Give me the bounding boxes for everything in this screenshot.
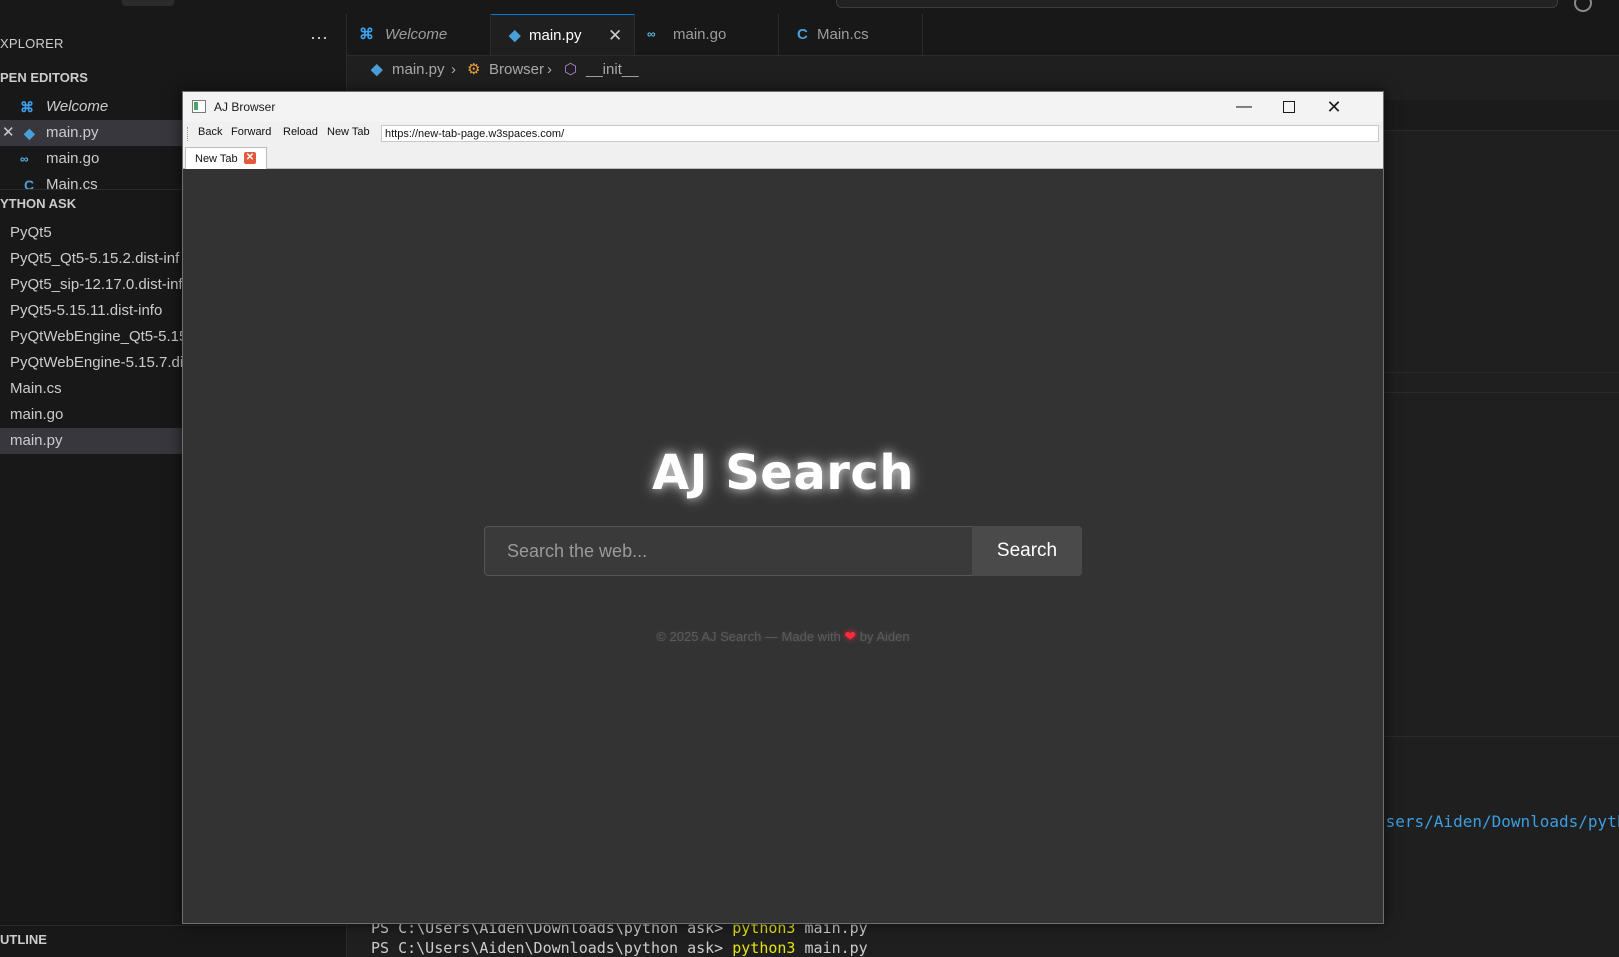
folder-header[interactable]: YTHON ASK (0, 196, 76, 211)
site-logo: AJ Search (651, 445, 915, 501)
heart-icon: ❤ (844, 628, 857, 644)
tab-label: main.go (673, 26, 727, 43)
navigation-toolbar: Back Forward Reload New Tab https://new-… (183, 122, 1383, 147)
outline-divider (0, 925, 346, 926)
footer-author: by Aiden (856, 629, 910, 644)
open-editor-label: Welcome (46, 98, 109, 115)
tab-label: Welcome (385, 26, 448, 43)
tab-main-py[interactable]: ◆ main.py ✕ (491, 14, 635, 55)
chevron-right-icon: › (547, 61, 552, 78)
explorer-title: XPLORER (0, 36, 64, 51)
terminal-line: PS C:\Users\Aiden\Downloads\python ask> … (371, 939, 868, 957)
terminal-prompt: PS C:\Users\Aiden\Downloads\python ask> (371, 939, 733, 957)
close-window-button[interactable]: ✕ (1311, 92, 1357, 122)
back-button[interactable]: Back (198, 126, 222, 138)
csharp-icon: C (797, 26, 808, 43)
command-center[interactable] (836, 0, 1558, 8)
file-label: PyQt5_Qt5-5.15.2.dist-inf (10, 250, 180, 267)
open-editor-label: main.go (46, 150, 100, 167)
tab-label: Main.cs (817, 26, 869, 43)
go-icon: ∞ (20, 152, 29, 166)
search-box (484, 526, 972, 576)
csharp-icon: C (24, 177, 35, 193)
browser-tab[interactable]: New Tab ✕ (185, 147, 267, 169)
window-title-bar[interactable]: AJ Browser — ✕ (183, 92, 1383, 122)
editor-tab-bar: ⌘ Welcome ◆ main.py ✕ ∞ main.go C Main.c… (347, 14, 1619, 56)
tab-welcome[interactable]: ⌘ Welcome (347, 14, 491, 55)
open-editor-label: Main.cs (46, 176, 98, 193)
minimize-button[interactable]: — (1221, 92, 1267, 122)
file-label: PyQt5-5.15.11.dist-info (10, 302, 163, 319)
python-icon: ◆ (371, 61, 383, 78)
panel-divider (1370, 392, 1619, 393)
search-button[interactable]: Search (972, 526, 1082, 576)
method-icon: ⬡ (564, 61, 578, 78)
file-label: PyQt5_sip-12.17.0.dist-inf (10, 276, 183, 293)
browser-tab-strip: New Tab ✕ (183, 146, 1383, 169)
vscode-title-bar (0, 0, 1619, 14)
file-label: PyQtWebEngine_Qt5-5.15 (10, 328, 188, 345)
browser-tab-label: New Tab (195, 153, 238, 165)
file-label: Main.cs (10, 380, 62, 397)
terminal-argument: main.py (795, 939, 868, 957)
ellipsis-icon[interactable]: ⋯ (310, 28, 328, 49)
breadcrumb-class[interactable]: Browser (489, 58, 544, 82)
file-label: PyQt5 (10, 224, 52, 241)
close-icon[interactable]: ✕ (2, 120, 15, 146)
title-bar-control[interactable] (122, 0, 174, 6)
open-editors-header[interactable]: PEN EDITORS (0, 70, 88, 85)
maximize-icon (1283, 100, 1295, 113)
close-icon[interactable]: ✕ (608, 15, 622, 56)
search-input[interactable] (485, 527, 972, 575)
breadcrumb-file[interactable]: main.py (392, 58, 445, 82)
tab-main-go[interactable]: ∞ main.go (635, 14, 779, 55)
toolbar-grip[interactable] (187, 127, 190, 141)
app-icon (192, 100, 206, 113)
browser-window: AJ Browser — ✕ Back Forward Reload New T… (182, 91, 1384, 924)
python-icon: ◆ (24, 125, 35, 141)
page-footer: © 2025 AJ Search — Made with ❤ by Aiden (183, 628, 1383, 645)
vscode-icon: ⌘ (359, 26, 374, 43)
close-tab-icon[interactable]: ✕ (244, 152, 256, 164)
window-title: AJ Browser (214, 100, 276, 114)
terminal-command: python3 (732, 939, 796, 957)
vscode-icon: ⌘ (20, 99, 34, 115)
breadcrumb-method[interactable]: __init__ (586, 58, 639, 82)
panel-divider (1370, 736, 1619, 737)
footer-text: © 2025 AJ Search — Made with (656, 629, 845, 644)
terminal-path-link[interactable]: Jsers/Aiden/Downloads/pytho (1376, 812, 1619, 831)
class-icon: ⚙ (467, 61, 481, 78)
forward-button[interactable]: Forward (231, 126, 271, 138)
file-label: main.py (10, 432, 63, 449)
tab-main-cs[interactable]: C Main.cs (779, 14, 923, 55)
reload-button[interactable]: Reload (283, 126, 318, 138)
file-label: main.go (10, 406, 64, 423)
open-editor-label: main.py (46, 124, 99, 141)
python-icon: ◆ (509, 27, 521, 44)
account-icon[interactable] (1574, 0, 1592, 12)
editor-header-strip (1370, 100, 1619, 131)
chevron-right-icon: › (451, 61, 456, 78)
tab-label: main.py (529, 27, 582, 44)
url-bar[interactable]: https://new-tab-page.w3spaces.com/ (381, 125, 1379, 142)
maximize-button[interactable] (1266, 92, 1312, 122)
go-icon: ∞ (647, 27, 656, 41)
web-page: AJ Search Search © 2025 AJ Search — Made… (183, 169, 1383, 923)
file-label: PyQtWebEngine-5.15.7.di (10, 354, 184, 371)
new-tab-button[interactable]: New Tab (327, 126, 370, 138)
outline-header[interactable]: UTLINE (0, 932, 47, 947)
panel-divider (1370, 372, 1619, 373)
